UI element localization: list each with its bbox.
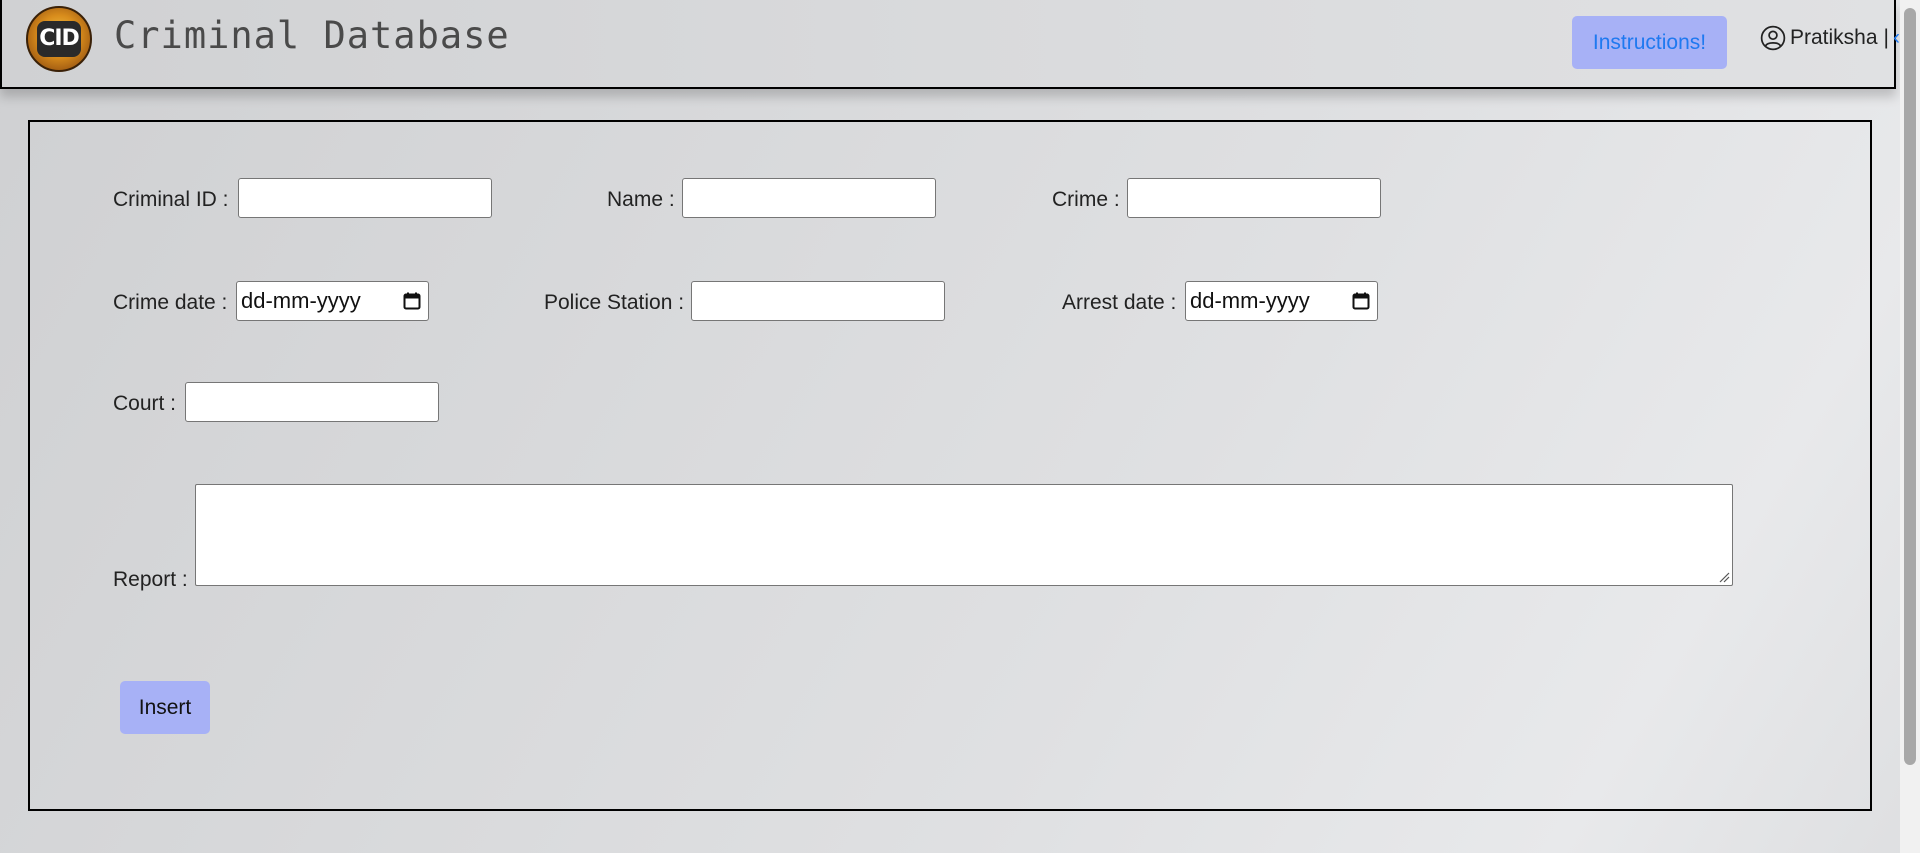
police-station-input[interactable] xyxy=(691,281,945,321)
calendar-icon[interactable] xyxy=(402,291,422,311)
court-label: Court : xyxy=(113,392,177,415)
arrest-date-input[interactable]: dd-mm-yyyy xyxy=(1185,281,1378,321)
calendar-icon[interactable] xyxy=(1351,291,1371,311)
user-circle-icon xyxy=(1760,25,1786,51)
crime-date-label: Crime date : xyxy=(113,291,228,314)
insert-button[interactable]: Insert xyxy=(120,681,210,734)
page-scrollbar[interactable] xyxy=(1900,0,1920,853)
report-textarea[interactable] xyxy=(195,484,1733,586)
criminal-id-label: Criminal ID : xyxy=(113,188,229,211)
crime-date-input[interactable]: dd-mm-yyyy xyxy=(236,281,429,321)
criminal-form-panel: Criminal ID : Name : Crime : Crime date … xyxy=(28,120,1872,811)
user-menu[interactable]: Pratiksha | ‹ xyxy=(1760,25,1900,51)
resize-grip-icon[interactable] xyxy=(1719,572,1730,583)
criminal-id-input[interactable] xyxy=(238,178,492,218)
logout-link[interactable]: ‹ xyxy=(1893,26,1900,50)
name-label: Name : xyxy=(607,188,675,211)
crime-label: Crime : xyxy=(1052,188,1120,211)
app-title: Criminal Database xyxy=(114,14,510,57)
arrest-date-placeholder: dd-mm-yyyy xyxy=(1190,288,1310,313)
arrest-date-label: Arrest date : xyxy=(1062,291,1177,314)
cid-logo[interactable]: CID xyxy=(26,6,92,72)
name-input[interactable] xyxy=(682,178,936,218)
user-separator: | xyxy=(1883,26,1890,49)
crime-date-placeholder: dd-mm-yyyy xyxy=(241,288,361,313)
crime-input[interactable] xyxy=(1127,178,1381,218)
instructions-button[interactable]: Instructions! xyxy=(1572,16,1727,69)
report-label: Report : xyxy=(113,568,188,591)
top-navbar: CID Criminal Database Instructions! Prat… xyxy=(0,0,1900,89)
police-station-label: Police Station : xyxy=(544,291,685,314)
cid-logo-text: CID xyxy=(37,21,81,57)
user-name: Pratiksha xyxy=(1790,26,1878,49)
court-input[interactable] xyxy=(185,382,439,422)
scrollbar-thumb[interactable] xyxy=(1904,8,1916,765)
